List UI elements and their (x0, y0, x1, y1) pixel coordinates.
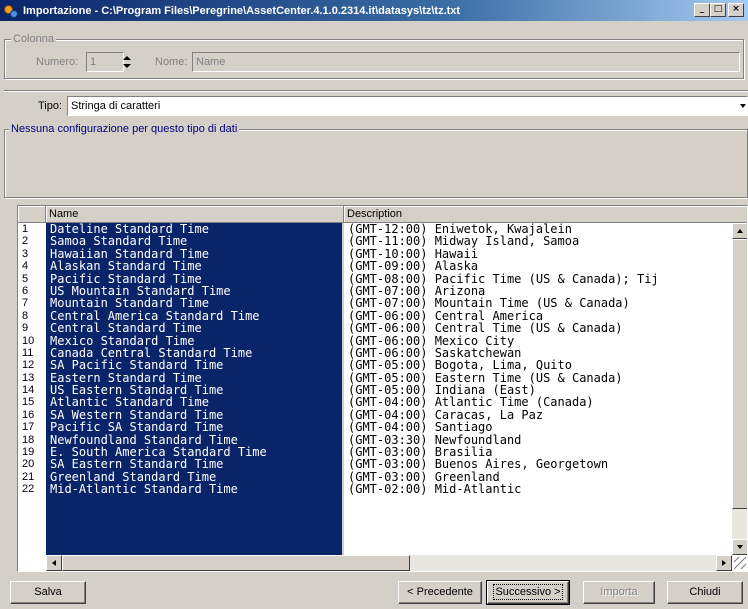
config-group-label: Nessuna configurazione per questo tipo d… (9, 123, 240, 135)
chiudi-button[interactable]: Chiudi (667, 581, 743, 604)
resize-grip-icon[interactable] (734, 557, 746, 569)
description-cell[interactable]: (GMT-04:00) Atlantic Time (Canada) (344, 396, 732, 408)
numero-label: Numero: (36, 56, 79, 68)
row-number[interactable]: 10 (18, 335, 46, 347)
row-number[interactable]: 8 (18, 310, 46, 322)
name-cell[interactable]: Samoa Standard Time (46, 235, 342, 247)
name-cell[interactable]: Mountain Standard Time (46, 297, 342, 309)
window-title: Importazione - C:\Program Files\Peregrin… (23, 4, 461, 17)
numero-field[interactable]: 1 (86, 52, 124, 72)
salva-label: Salva (34, 586, 62, 598)
row-number[interactable]: 13 (18, 372, 46, 384)
chevron-down-icon[interactable] (740, 104, 746, 108)
grid-header: Name Description (18, 206, 747, 223)
scroll-left-button[interactable] (46, 555, 62, 571)
row-number[interactable]: 12 (18, 359, 46, 371)
arrow-up-icon (737, 229, 743, 233)
tipo-value: Stringa di caratteri (71, 100, 161, 112)
horizontal-scroll-thumb[interactable] (62, 555, 410, 571)
numero-spinner[interactable] (121, 53, 133, 71)
app-icon (3, 3, 19, 19)
row-number[interactable]: 17 (18, 421, 46, 433)
nome-field[interactable]: Name (192, 52, 740, 72)
successivo-button[interactable]: Successivo > (486, 580, 570, 605)
title-bar[interactable]: Importazione - C:\Program Files\Peregrin… (0, 0, 748, 21)
scroll-right-button[interactable] (716, 555, 732, 571)
tipo-label: Tipo: (38, 100, 63, 112)
nome-label: Nome: (155, 56, 188, 68)
successivo-label: Successivo > (493, 584, 563, 600)
maximize-button[interactable]: □ (710, 3, 726, 17)
precedente-label: < Precedente (407, 586, 473, 598)
salva-button[interactable]: Salva (10, 581, 86, 604)
scroll-down-button[interactable] (732, 539, 747, 555)
row-number[interactable]: 4 (18, 260, 46, 272)
precedente-button[interactable]: < Precedente (398, 581, 482, 604)
importa-button[interactable]: Importa (583, 581, 655, 604)
tipo-select[interactable]: Stringa di caratteri (67, 96, 748, 116)
spin-down-icon[interactable] (123, 64, 131, 68)
importa-label: Importa (600, 586, 638, 598)
arrow-right-icon (722, 560, 726, 566)
row-numbers: 1 2 3 4 5 6 7 8 9 10 11 12 13 14 15 16 17 18 19 20 21 22 (18, 223, 46, 496)
arrow-left-icon (52, 560, 56, 566)
row-number[interactable]: 21 (18, 471, 46, 483)
row-number[interactable]: 7 (18, 297, 46, 309)
header-description[interactable]: Description (344, 206, 747, 223)
horizontal-scrollbar[interactable] (46, 555, 732, 571)
description-cell[interactable]: (GMT-07:00) Mountain Time (US & Canada) (344, 297, 732, 309)
description-cell[interactable]: (GMT-05:00) Bogota, Lima, Quito (344, 359, 732, 371)
vertical-scroll-thumb[interactable] (732, 239, 747, 509)
config-group: Nessuna configurazione per questo tipo d… (4, 123, 748, 198)
description-cell[interactable]: (GMT-06:00) Central Time (US & Canada) (344, 322, 732, 334)
row-number[interactable]: 6 (18, 285, 46, 297)
name-cell[interactable]: Alaskan Standard Time (46, 260, 342, 272)
name-cell[interactable]: Atlantic Standard Time (46, 396, 342, 408)
spin-up-icon[interactable] (123, 56, 131, 60)
description-cell[interactable]: (GMT-03:00) Buenos Aires, Georgetown (344, 458, 732, 470)
row-number[interactable]: 9 (18, 322, 46, 334)
row-number[interactable]: 5 (18, 273, 46, 285)
row-number[interactable]: 11 (18, 347, 46, 359)
chiudi-label: Chiudi (689, 586, 721, 598)
arrow-down-icon (737, 545, 743, 549)
separator (4, 90, 748, 92)
data-grid[interactable]: Name Description 1 2 3 4 5 6 7 8 9 10 11 12 13 14 15 16… (17, 205, 748, 572)
description-cell[interactable]: (GMT-11:00) Midway Island, Samoa (344, 235, 732, 247)
name-cell[interactable]: Mid-Atlantic Standard Time (46, 483, 342, 495)
description-cell[interactable]: (GMT-04:00) Santiago (344, 421, 732, 433)
name-cell[interactable]: Central Standard Time (46, 322, 342, 334)
row-number[interactable]: 3 (18, 248, 46, 260)
description-column[interactable]: (GMT-12:00) Eniwetok, Kwajalein (GMT-11:0… (344, 223, 732, 555)
name-column[interactable]: Dateline Standard Time Samoa Standard Tim… (46, 223, 342, 555)
description-cell[interactable]: (GMT-09:00) Alaska (344, 260, 732, 272)
row-number[interactable]: 2 (18, 235, 46, 247)
vertical-scrollbar[interactable] (732, 223, 747, 555)
name-cell[interactable]: Pacific SA Standard Time (46, 421, 342, 433)
name-cell[interactable]: SA Eastern Standard Time (46, 458, 342, 470)
row-number[interactable]: 14 (18, 384, 46, 396)
row-number[interactable]: 20 (18, 458, 46, 470)
row-number[interactable]: 22 (18, 483, 46, 495)
name-cell[interactable]: SA Pacific Standard Time (46, 359, 342, 371)
row-number[interactable]: 19 (18, 446, 46, 458)
row-number[interactable]: 15 (18, 396, 46, 408)
row-number[interactable]: 18 (18, 434, 46, 446)
scroll-up-button[interactable] (732, 223, 747, 239)
row-number[interactable]: 16 (18, 409, 46, 421)
grid-corner (18, 206, 46, 223)
header-name[interactable]: Name (46, 206, 344, 223)
close-button[interactable]: × (728, 3, 744, 17)
colonna-group-label: Colonna (11, 33, 56, 45)
row-number[interactable]: 1 (18, 223, 46, 235)
description-cell[interactable]: (GMT-02:00) Mid-Atlantic (344, 483, 732, 495)
minimize-button[interactable]: _ (694, 3, 710, 17)
